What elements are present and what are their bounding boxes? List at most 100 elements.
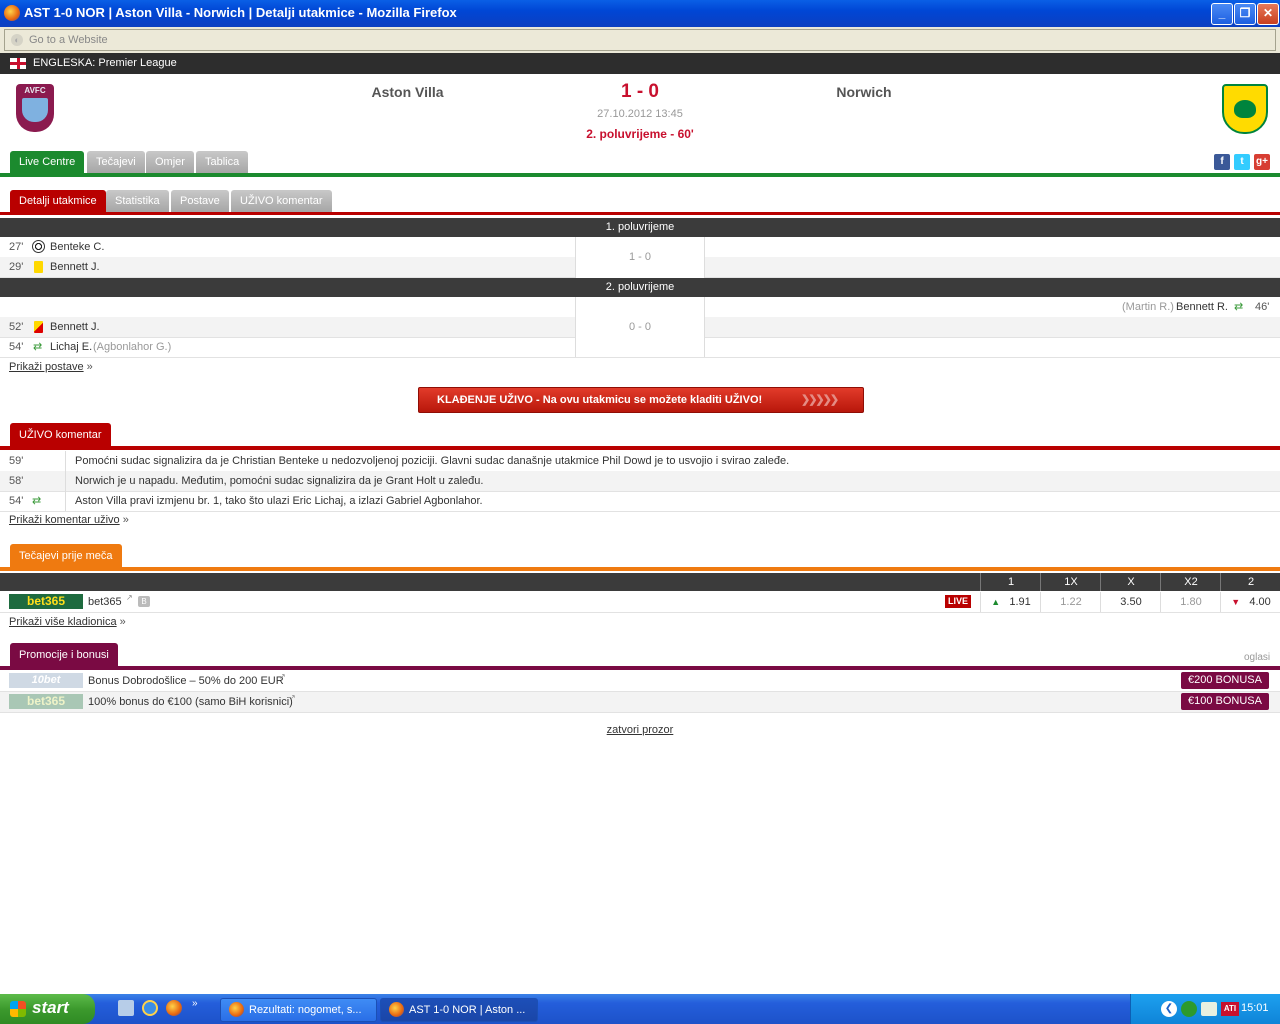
event-player[interactable]: Lichaj E. (50, 337, 92, 357)
live-betting-banner[interactable]: KLAĐENJE UŽIVO - Na ovu utakmicu se može… (418, 387, 864, 413)
event-minute: 29' (9, 261, 24, 273)
tab-statistics[interactable]: Statistika (106, 190, 169, 212)
substitution-icon: ⇄ (1234, 301, 1244, 313)
show-lineups-link[interactable]: Prikaži postave » (9, 361, 93, 373)
close-window-text[interactable]: zatvori prozor (607, 724, 674, 736)
event-minute: 52' (9, 321, 24, 333)
show-commentary-link[interactable]: Prikaži komentar uživo » (9, 514, 129, 526)
quicklaunch-chevron-icon[interactable]: » (192, 998, 198, 1009)
home-team-crest[interactable]: AVFC (16, 84, 54, 132)
bookmaker-name[interactable]: bet365 (88, 592, 122, 612)
event-player[interactable]: Bennett J. (50, 317, 100, 337)
tray-collapse-icon[interactable]: ❮ (1161, 1001, 1177, 1017)
start-label: start (32, 998, 69, 1017)
commentary-text: Aston Villa pravi izmjenu br. 1, tako št… (75, 495, 483, 507)
start-button[interactable]: start (0, 994, 95, 1024)
minimize-button[interactable]: _ (1211, 3, 1233, 25)
show-lineups-text[interactable]: Prikaži postave (9, 361, 84, 373)
odds-col-1x: 1X (1040, 573, 1101, 591)
system-tray: ❮ ATI 15:01 (1130, 994, 1280, 1024)
tray-ati-icon[interactable]: ATI (1221, 1002, 1239, 1016)
commentary-text: Pomoćni sudac signalizira da je Christia… (75, 455, 790, 467)
close-button[interactable]: ✕ (1257, 3, 1279, 25)
address-placeholder[interactable]: Go to a Website (29, 34, 108, 46)
tab-promotions[interactable]: Promocije i bonusi (10, 643, 118, 667)
odd-1[interactable]: ▲ 1.91 (980, 592, 1041, 612)
away-team-name[interactable]: Norwich (790, 84, 938, 100)
promo-bonus-button[interactable]: €200 BONUSA (1181, 672, 1269, 689)
internet-explorer-icon[interactable] (142, 1000, 158, 1016)
window-title: AST 1-0 NOR | Aston Villa - Norwich | De… (24, 5, 457, 20)
event-sub-out[interactable]: (Agbonlahor G.) (93, 337, 171, 357)
event-minute: 46' (1255, 301, 1270, 313)
window-titlebar: AST 1-0 NOR | Aston Villa - Norwich | De… (0, 0, 1280, 27)
event-player[interactable]: Bennett R. (1176, 297, 1228, 317)
odd-1x[interactable]: 1.22 (1040, 592, 1101, 612)
promo-bonus-button[interactable]: €100 BONUSA (1181, 693, 1269, 710)
tab-table[interactable]: Tablica (196, 151, 249, 173)
odd-x2[interactable]: 1.80 (1160, 592, 1221, 612)
promo-text[interactable]: 100% bonus do €100 (samo BiH korisnici) (88, 692, 293, 712)
firefox-quicklaunch-icon[interactable] (166, 1000, 182, 1016)
taskbar-item-results[interactable]: Rezultati: nogomet, s... (220, 998, 377, 1022)
bet365-logo[interactable]: bet365 (9, 594, 83, 609)
event-sub-out[interactable]: (Martin R.) (1122, 297, 1174, 317)
maximize-button[interactable]: ❐ (1234, 3, 1256, 25)
windows-logo-icon (10, 1001, 26, 1017)
england-flag-icon (10, 58, 26, 69)
promo-text[interactable]: Bonus Dobrodošlice – 50% do 200 EUR (88, 671, 284, 691)
tab-live-commentary[interactable]: UŽIVO komentar (231, 190, 332, 212)
tray-messenger-icon[interactable] (1201, 1002, 1217, 1016)
bet365-logo[interactable]: bet365 (9, 694, 83, 709)
canary-icon (1234, 100, 1256, 118)
10bet-logo[interactable]: 10bet (9, 673, 83, 688)
arrows-icon: ❯❯❯❯❯ (801, 394, 839, 406)
divider (65, 451, 66, 471)
commentary-minute: 54' (9, 495, 24, 507)
second-half-header: 2. poluvrijeme (0, 278, 1280, 297)
first-half-header: 1. poluvrijeme (0, 218, 1280, 237)
tab-lineups[interactable]: Postave (171, 190, 229, 212)
tab-match-details[interactable]: Detalji utakmice (10, 190, 106, 212)
away-team-crest[interactable] (1222, 84, 1268, 134)
odds-col-1: 1 (980, 573, 1041, 591)
promo-row: 10bet Bonus Dobrodošlice – 50% do 200 EU… (0, 671, 1280, 692)
live-badge[interactable]: LIVE (945, 595, 972, 608)
home-team-name[interactable]: Aston Villa (330, 84, 485, 100)
taskbar-item-match[interactable]: AST 1-0 NOR | Aston ... (380, 998, 538, 1022)
goal-icon (32, 240, 45, 253)
second-half-score: 0 - 0 (575, 297, 705, 357)
event-player[interactable]: Bennett J. (50, 257, 100, 277)
tab-odds[interactable]: Tečajevi (87, 151, 145, 173)
google-plus-icon[interactable]: g+ (1254, 154, 1270, 170)
external-link-icon: ↗ (126, 593, 133, 602)
match-datetime: 27.10.2012 13:45 (597, 108, 683, 120)
odd-x[interactable]: 3.50 (1100, 592, 1161, 612)
odds-header-bar (0, 573, 980, 591)
detail-tabs-underline (0, 212, 1280, 215)
tray-network-icon[interactable] (1181, 1001, 1197, 1017)
event-player[interactable]: Benteke C. (50, 237, 104, 257)
twitter-icon[interactable]: t (1234, 154, 1250, 170)
address-bar[interactable]: ◐ Go to a Website (4, 29, 1276, 51)
odd-2[interactable]: ▼ 4.00 (1220, 592, 1280, 612)
show-commentary-text[interactable]: Prikaži komentar uživo (9, 514, 120, 526)
external-link-icon: ↗ (279, 672, 286, 681)
commentary-minute: 59' (9, 455, 24, 467)
commentary-underline (0, 446, 1280, 450)
live-betting-text: KLAĐENJE UŽIVO - Na ovu utakmicu se može… (437, 394, 763, 406)
promotions-underline (0, 666, 1280, 670)
tab-pre-match-odds[interactable]: Tečajevi prije meča (10, 544, 122, 568)
close-window-link[interactable]: zatvori prozor (540, 724, 740, 736)
tab-live-centre[interactable]: Live Centre (10, 151, 85, 173)
show-more-bookmakers-link[interactable]: Prikaži više kladionica » (9, 616, 126, 628)
show-desktop-icon[interactable] (118, 1000, 134, 1016)
tab-head-to-head[interactable]: Omjer (146, 151, 194, 173)
commentary-row: 58' Norwich je u napadu. Međutim, pomoćn… (0, 471, 1280, 492)
external-link-icon: ↗ (289, 693, 296, 702)
taskbar-item-label: Rezultati: nogomet, s... (249, 1004, 362, 1016)
show-more-bookmakers-text[interactable]: Prikaži više kladionica (9, 616, 117, 628)
tab-commentary[interactable]: UŽIVO komentar (10, 423, 111, 447)
tray-clock[interactable]: 15:01 (1241, 1002, 1269, 1014)
facebook-icon[interactable]: f (1214, 154, 1230, 170)
